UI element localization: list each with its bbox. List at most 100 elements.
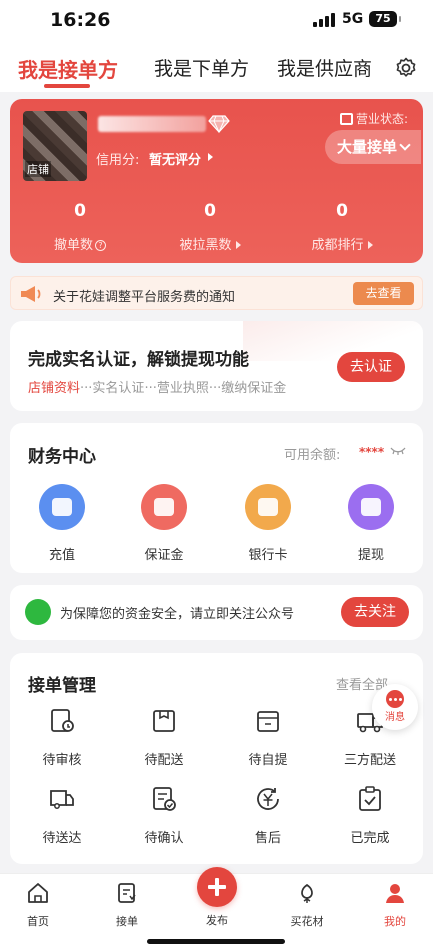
order-label: 已完成 (350, 831, 390, 846)
order-label: 三方配送 (343, 753, 396, 768)
order-label: 待确认 (144, 831, 184, 846)
credit-label: 信用分: (96, 153, 140, 168)
eye-hidden-icon[interactable] (390, 445, 406, 457)
nav-home[interactable]: 首页 (8, 882, 68, 929)
verify-button[interactable]: 去认证 (337, 352, 405, 382)
completed-icon (359, 786, 381, 811)
tab-orderer[interactable]: 我是下单方 (154, 54, 249, 81)
wechat-icon (25, 599, 51, 625)
verify-title: 完成实名认证，解锁提现功能 (28, 350, 249, 370)
stat-cancelled[interactable]: 0 撤单数? (30, 201, 130, 253)
tab-supplier[interactable]: 我是供应商 (277, 54, 372, 81)
in-transit-icon (50, 790, 74, 809)
network-label: 5G (342, 11, 364, 27)
recharge-item[interactable]: 充值 (32, 484, 92, 563)
stat-value: 0 (336, 201, 348, 221)
balance-value: **** (359, 445, 385, 459)
order-label: 待配送 (144, 753, 184, 768)
deposit-item[interactable]: 保证金 (134, 484, 194, 563)
pending-delivery-icon (153, 710, 175, 732)
stat-ranking[interactable]: 0 成都排行 (292, 201, 392, 253)
order-label: 待审核 (42, 753, 82, 768)
nav-publish-label[interactable]: 发布 (187, 912, 247, 928)
orders-icon (118, 883, 136, 903)
pending-confirm-icon (153, 787, 176, 811)
deposit-label: 保证金 (144, 548, 184, 563)
megaphone-icon (21, 286, 41, 302)
nav-orders[interactable]: 接单 (97, 882, 157, 929)
help-icon: ? (95, 240, 106, 251)
message-float-button[interactable]: 消息 (372, 684, 418, 730)
stat-value: 0 (204, 201, 216, 221)
bank-card-icon (245, 484, 291, 530)
order-pending-confirm[interactable]: 待确认 (124, 785, 204, 846)
order-label: 待送达 (42, 831, 82, 846)
role-tabs: 我是接单方 我是下单方 我是供应商 (0, 40, 433, 92)
wallet-icon (39, 484, 85, 530)
plus-icon[interactable] (197, 867, 237, 907)
home-icon (28, 883, 48, 903)
nav-profile[interactable]: 我的 (365, 882, 425, 929)
deposit-icon (141, 484, 187, 530)
verify-steps: 店铺资料···实名认证···营业执照···缴纳保证金 (28, 381, 287, 396)
order-in-transit[interactable]: 待送达 (22, 785, 102, 846)
withdraw-icon (348, 484, 394, 530)
verify-card: 完成实名认证，解锁提现功能 店铺资料···实名认证···营业执照···缴纳保证金… (10, 321, 423, 411)
profile-icon (386, 884, 404, 903)
recharge-label: 充值 (48, 548, 75, 563)
status-time: 16:26 (50, 9, 111, 31)
follow-button[interactable]: 去关注 (341, 597, 409, 627)
pickup-icon (257, 711, 279, 732)
shop-status-icon (340, 113, 353, 125)
tab-underline (44, 84, 90, 88)
bank-card-label: 银行卡 (248, 548, 288, 563)
wechat-card: 为保障您的资金安全，请立即关注公众号 去关注 (10, 585, 423, 640)
chevron-down-icon (399, 139, 411, 151)
order-after-sales[interactable]: 售后 (228, 785, 308, 846)
battery-icon: 75 (369, 11, 401, 27)
arrow-right-icon (367, 241, 373, 249)
order-completed[interactable]: 已完成 (330, 785, 410, 846)
business-status-select[interactable]: 大量接单 (325, 130, 421, 164)
tab-receiver[interactable]: 我是接单方 (18, 54, 118, 83)
orders-title: 接单管理 (28, 676, 96, 696)
business-status-value: 大量接单 (337, 138, 398, 156)
avatar-label: 店铺 (25, 161, 51, 177)
chat-bubble-icon (386, 690, 404, 708)
after-sales-icon (257, 788, 279, 810)
withdraw-item[interactable]: 提现 (341, 484, 401, 563)
notice-text: 关于花娃调整平台服务费的通知 (53, 290, 236, 305)
withdraw-label: 提现 (357, 548, 384, 563)
gear-icon[interactable] (394, 56, 418, 80)
nav-label: 我的 (384, 915, 406, 928)
stat-label: 撤单数? (30, 234, 130, 253)
finance-card: 财务中心 可用余额: **** 充值 保证金 银行卡 提现 (10, 423, 423, 573)
stat-blacklisted[interactable]: 0 被拉黑数 (160, 201, 260, 253)
view-notice-button[interactable]: 去查看 (353, 282, 414, 305)
nav-buy-flowers[interactable]: 买花材 (277, 882, 337, 929)
bank-card-item[interactable]: 银行卡 (238, 484, 298, 563)
wechat-text: 为保障您的资金安全，请立即关注公众号 (60, 607, 295, 622)
credit-value[interactable]: 暂无评分 (149, 149, 201, 168)
store-card: 店铺 信用分: 暂无评分 营业状态: 大量接单 0 撤单数? 0 被拉黑数 0 … (10, 99, 423, 263)
nav-label: 首页 (27, 915, 49, 928)
stat-label: 被拉黑数 (160, 234, 260, 253)
nav-label: 接单 (116, 915, 138, 928)
avatar[interactable]: 店铺 (23, 111, 87, 181)
order-pending-review[interactable]: 待审核 (22, 707, 102, 768)
status-bar: 16:26 5G 75 (0, 0, 433, 40)
finance-title: 财务中心 (28, 447, 96, 467)
stat-value: 0 (74, 201, 86, 221)
credit-arrow-icon (208, 153, 213, 161)
order-pending-delivery[interactable]: 待配送 (124, 707, 204, 768)
message-label: 消息 (385, 712, 405, 723)
arrow-right-icon (235, 241, 241, 249)
orders-card: 接单管理 查看全部 待审核 待配送 待自提 三方配送 待送达 待确认 售后 已完… (10, 653, 423, 864)
order-pickup[interactable]: 待自提 (228, 707, 308, 768)
notice-bar[interactable]: 关于花娃调整平台服务费的通知 去查看 (10, 276, 423, 310)
nav-label: 买花材 (290, 915, 324, 928)
stat-label: 成都排行 (292, 234, 392, 253)
order-label: 售后 (254, 831, 281, 846)
bottom-nav: 首页 接单 发布 买花材 我的 (0, 867, 433, 949)
store-name-redacted (98, 116, 206, 132)
